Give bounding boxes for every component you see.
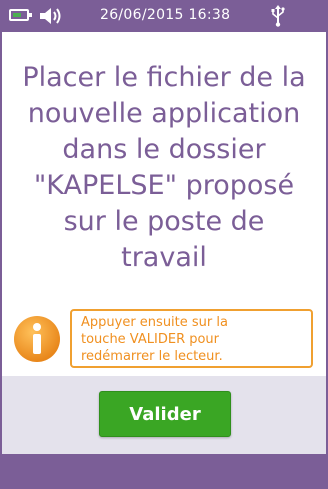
message-line: travail <box>121 242 207 273</box>
status-bar: 26/06/2015 16:38 <box>2 0 326 32</box>
info-line: touche VALIDER pour <box>81 332 220 347</box>
bottom-bar <box>2 454 326 489</box>
info-line: redémarrer le lecteur. <box>81 349 223 364</box>
speaker-icon <box>40 8 61 24</box>
instruction-message: Placer le fichier de la nouvelle applica… <box>2 60 326 276</box>
status-datetime: 26/06/2015 16:38 <box>100 7 231 23</box>
device-screen: 26/06/2015 16:38 Placer le fichier de la… <box>0 0 328 489</box>
message-line: nouvelle application <box>27 98 301 129</box>
info-line: Appuyer ensuite sur la <box>81 315 228 330</box>
info-icon <box>14 316 60 362</box>
message-line: sur le poste de <box>63 206 265 237</box>
validate-button[interactable]: Valider <box>99 391 231 437</box>
battery-level <box>13 13 21 17</box>
battery-icon <box>9 9 32 21</box>
message-line: dans le dossier <box>62 134 266 165</box>
message-line: "KAPELSE" proposé <box>33 170 295 201</box>
usb-icon <box>271 5 285 27</box>
message-line: Placer le fichier de la <box>22 62 306 93</box>
info-box: Appuyer ensuite sur la touche VALIDER po… <box>70 309 313 368</box>
